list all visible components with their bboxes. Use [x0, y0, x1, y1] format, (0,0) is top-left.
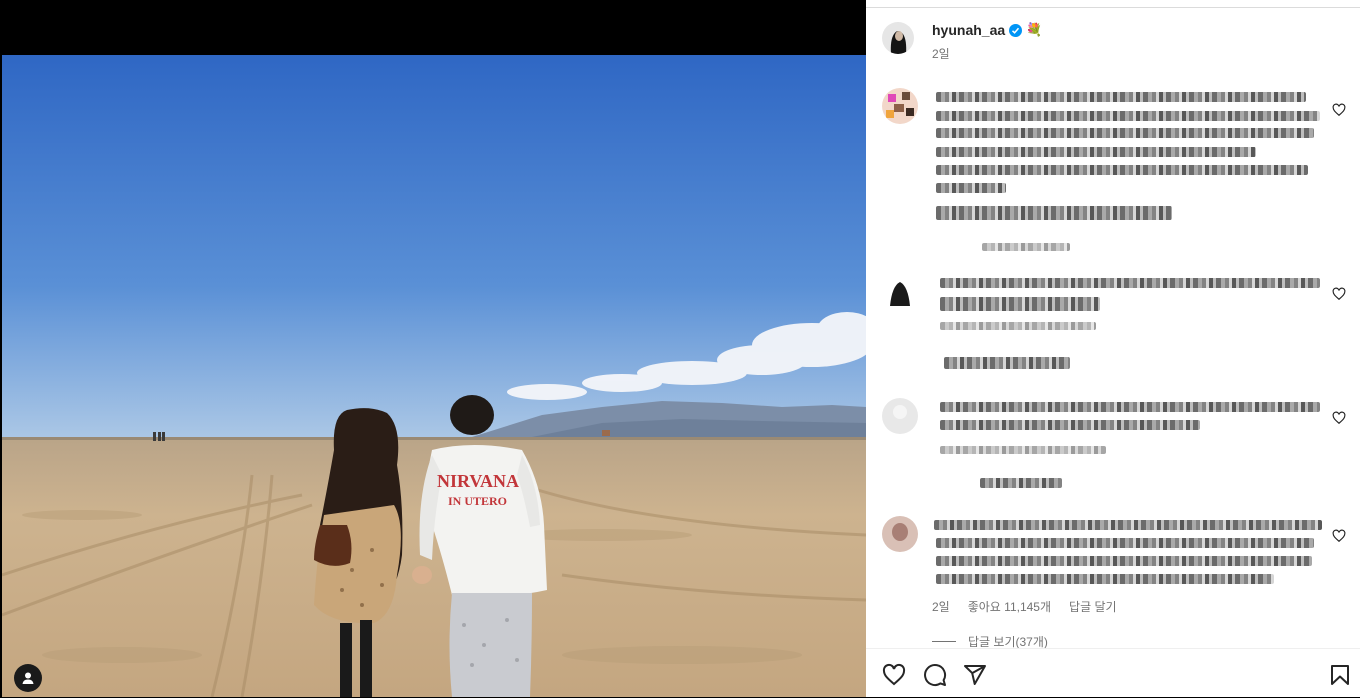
post-photo[interactable]: NIRVANA IN UTERO [2, 55, 866, 697]
view-replies-button[interactable]: 답글 보기(37개) [968, 633, 1048, 648]
shirt-print-line1: NIRVANA [437, 471, 519, 491]
view-replies-row[interactable]: 답글 보기(37개) [932, 633, 1048, 648]
reply-button[interactable]: 답글 달기 [1069, 598, 1117, 615]
comment-like-heart-icon[interactable] [1332, 103, 1346, 117]
commenter-avatar[interactable] [882, 274, 918, 310]
author-username[interactable]: hyunah_aa [932, 22, 1005, 38]
action-bar [866, 648, 1360, 698]
user-tag-icon [22, 672, 34, 684]
comment-like-heart-icon[interactable] [1332, 529, 1346, 543]
bookmark-icon[interactable] [1328, 663, 1352, 687]
commenter-avatar[interactable] [882, 516, 918, 552]
post-header: hyunah_aa 💐 2일 [882, 22, 1042, 62]
comment-likes-count[interactable]: 좋아요 11,145개 [968, 598, 1051, 615]
post-side-panel: hyunah_aa 💐 2일 2일 좋아요 11,145개 답글 달기 답글 보… [866, 0, 1360, 697]
comment-meta-row: 2일 좋아요 11,145개 답글 달기 [932, 598, 1117, 615]
commenter-avatar[interactable] [882, 88, 918, 124]
post-media-pane: NIRVANA IN UTERO [0, 0, 866, 697]
heart-icon[interactable] [882, 663, 906, 687]
share-icon[interactable] [963, 663, 987, 687]
comment-like-heart-icon[interactable] [1332, 411, 1346, 425]
shirt-print-line2: IN UTERO [448, 494, 507, 508]
commenter-avatar[interactable] [882, 398, 918, 434]
comments-list[interactable]: 2일 좋아요 11,145개 답글 달기 답글 보기(37개) [866, 80, 1360, 648]
post-time: 2일 [932, 47, 950, 61]
bouquet-emoji: 💐 [1026, 22, 1043, 37]
comment-icon[interactable] [923, 663, 947, 687]
author-username-row: hyunah_aa 💐 [932, 22, 1042, 38]
comment-time: 2일 [932, 600, 950, 614]
author-avatar[interactable] [882, 22, 914, 54]
user-tag-button[interactable] [14, 664, 42, 692]
comment-like-heart-icon[interactable] [1332, 287, 1346, 301]
top-divider [866, 7, 1360, 8]
verified-badge-icon [1009, 23, 1023, 37]
replies-divider [932, 641, 956, 642]
